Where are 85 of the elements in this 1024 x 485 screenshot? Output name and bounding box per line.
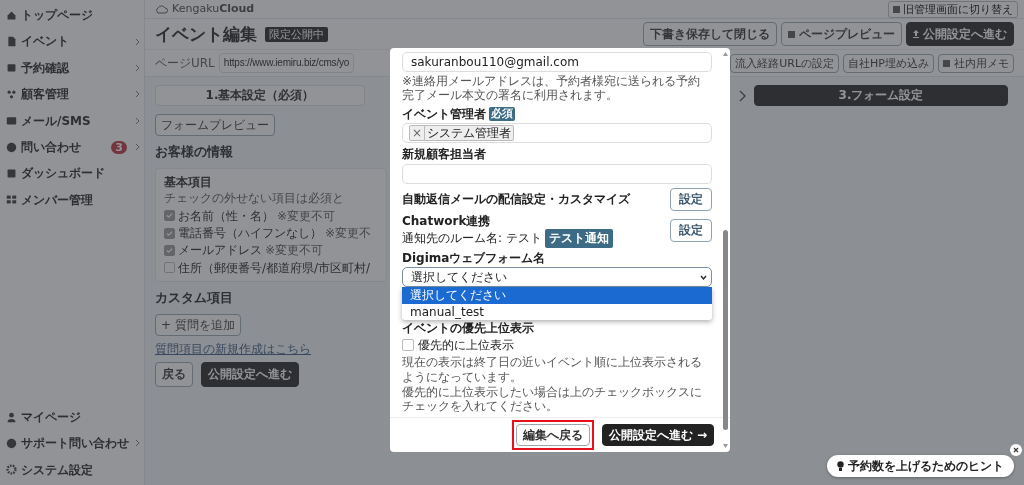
dropdown-option[interactable]: 選択してください	[402, 287, 712, 304]
link-button[interactable]: 自社HP埋め込み	[843, 53, 934, 73]
sidebar-item[interactable]: ダッシュボード	[0, 162, 144, 185]
help-text: 現在の表示は終了日の近いイベント順に上位表示されるようになっています。	[402, 355, 703, 384]
step-tab[interactable]: 1.基本設定（必須）	[155, 85, 365, 106]
dropdown-option[interactable]: manual_test	[402, 303, 712, 321]
publish-settings-button[interactable]: 公開設定へ進む	[906, 22, 1014, 47]
settings-button[interactable]: 設定	[670, 219, 712, 243]
select-field[interactable]: 選択してください	[402, 267, 712, 288]
field-note: ※変更不	[325, 225, 372, 241]
url-field[interactable]: https://www.iemiru.biz/cms/yo	[218, 53, 355, 74]
field-label: 電話番号（ハイフンなし）	[178, 225, 322, 241]
switch-admin-button[interactable]: 旧管理画面に切り替え	[888, 0, 1018, 18]
field-label: イベント管理者	[402, 106, 486, 122]
field-note: ※変更不可	[265, 243, 324, 258]
field-label: Chatwork連携	[402, 213, 491, 228]
publish-settings-button[interactable]: 公開設定へ進む →	[601, 423, 714, 447]
link-button[interactable]: 流入経路URLの設定	[730, 53, 840, 73]
gear-icon	[6, 464, 17, 476]
close-icon[interactable]	[1010, 444, 1022, 456]
save-draft-button[interactable]: 下書き保存して閉じる	[643, 22, 777, 47]
help-text: 優先的に上位表示したい場合は上のチェックボックスにチェックを入れてください。	[402, 384, 703, 414]
scrollbar[interactable]	[723, 52, 728, 449]
room-name-text: 通知先のルーム名: テスト	[402, 231, 542, 246]
add-question-button[interactable]: + 質問を追加	[155, 313, 241, 337]
lightbulb-icon	[837, 460, 844, 471]
field-note: ※変更不可	[277, 208, 336, 223]
tag-chip[interactable]: × システム管理者	[409, 124, 515, 142]
upload-icon	[913, 30, 919, 39]
step-tab[interactable]: 3.フォーム設定	[754, 85, 1008, 106]
email-note: ※連絡用メールアドレスは、予約者様宛に送られる予約完了メール本文の署名に利用されます。	[402, 74, 702, 103]
status-badge: 限定公開中	[265, 26, 328, 42]
checkbox[interactable]	[164, 227, 175, 239]
assignee-field[interactable]	[402, 163, 712, 184]
url-label: ページURL	[155, 56, 215, 71]
logo: KengakuCloud	[155, 2, 255, 16]
field-label: Digimaウェブフォーム名	[402, 250, 546, 266]
checkbox-label: 優先的に上位表示	[418, 337, 514, 353]
sidebar-item[interactable]: システム設定	[0, 458, 144, 481]
sidebar-item[interactable]: トップページ	[0, 4, 144, 27]
back-button[interactable]: 戻る	[155, 362, 193, 387]
checkbox[interactable]	[402, 338, 414, 351]
form-preview-button[interactable]: フォームプレビュー	[155, 113, 275, 137]
sidebar-item[interactable]: イベント	[0, 30, 144, 53]
settings-button[interactable]: 設定	[670, 187, 712, 211]
person-icon	[6, 411, 17, 423]
email-field[interactable]: sakuranbou110@gmail.com	[402, 52, 712, 72]
manager-field[interactable]: × システム管理者	[402, 123, 712, 144]
memo-button[interactable]: 社内用メモ	[938, 53, 1014, 73]
sidebar-item[interactable]: メール/SMS	[0, 109, 144, 132]
caret-icon	[700, 274, 707, 280]
chevron-icon	[739, 89, 746, 102]
arrow-down-icon[interactable]	[723, 444, 728, 449]
field-label: メールアドレス	[178, 243, 262, 258]
test-notification-button[interactable]: テスト通知	[544, 228, 613, 248]
field-label: お名前（性・名）	[178, 208, 274, 223]
required-badge: 必須	[489, 107, 515, 121]
checkbox[interactable]	[164, 245, 175, 256]
publish-settings-button[interactable]: 公開設定へ進む	[201, 362, 299, 387]
sidebar-item[interactable]: サポート問い合わせ	[0, 432, 144, 455]
back-to-edit-button[interactable]: 編集へ戻る	[515, 423, 590, 447]
home-icon	[6, 9, 17, 21]
field-label: イベントの優先上位表示	[402, 321, 534, 336]
hint-button[interactable]: 予約数を上げるためのヒント	[827, 454, 1014, 477]
sidebar-item[interactable]: メンバー管理	[0, 188, 144, 212]
page-preview-button[interactable]: ページプレビュー	[781, 22, 902, 47]
people-icon	[6, 88, 17, 100]
field-label: 自動返信メールの配信設定・カスタマイズ	[402, 191, 630, 207]
sidebar-item[interactable]: 顧客管理	[0, 83, 144, 106]
checkbox[interactable]	[164, 262, 175, 274]
new-question-link[interactable]: 質問項目の新規作成はこちら	[155, 342, 311, 357]
notification-badge: 3	[111, 140, 127, 154]
section-title: カスタム項目	[155, 290, 233, 306]
card-title: 基本項目	[164, 174, 212, 190]
sidebar-item[interactable]: 問い合わせ 3	[0, 135, 144, 159]
arrow-up-icon[interactable]	[723, 52, 728, 56]
field-label: 住所（郵便番号/都道府県/市区町村/	[178, 260, 371, 276]
sidebar-item[interactable]: 予約確認	[0, 56, 144, 80]
checkbox[interactable]	[164, 210, 175, 222]
field-label: 新規顧客担当者	[402, 147, 486, 162]
card-note: チェックの外せない項目は必須と	[164, 191, 344, 206]
section-title: お客様の情報	[155, 144, 233, 160]
grid-icon	[6, 194, 17, 206]
sidebar-item[interactable]: マイページ	[0, 405, 144, 429]
page-title: イベント編集	[155, 24, 257, 45]
